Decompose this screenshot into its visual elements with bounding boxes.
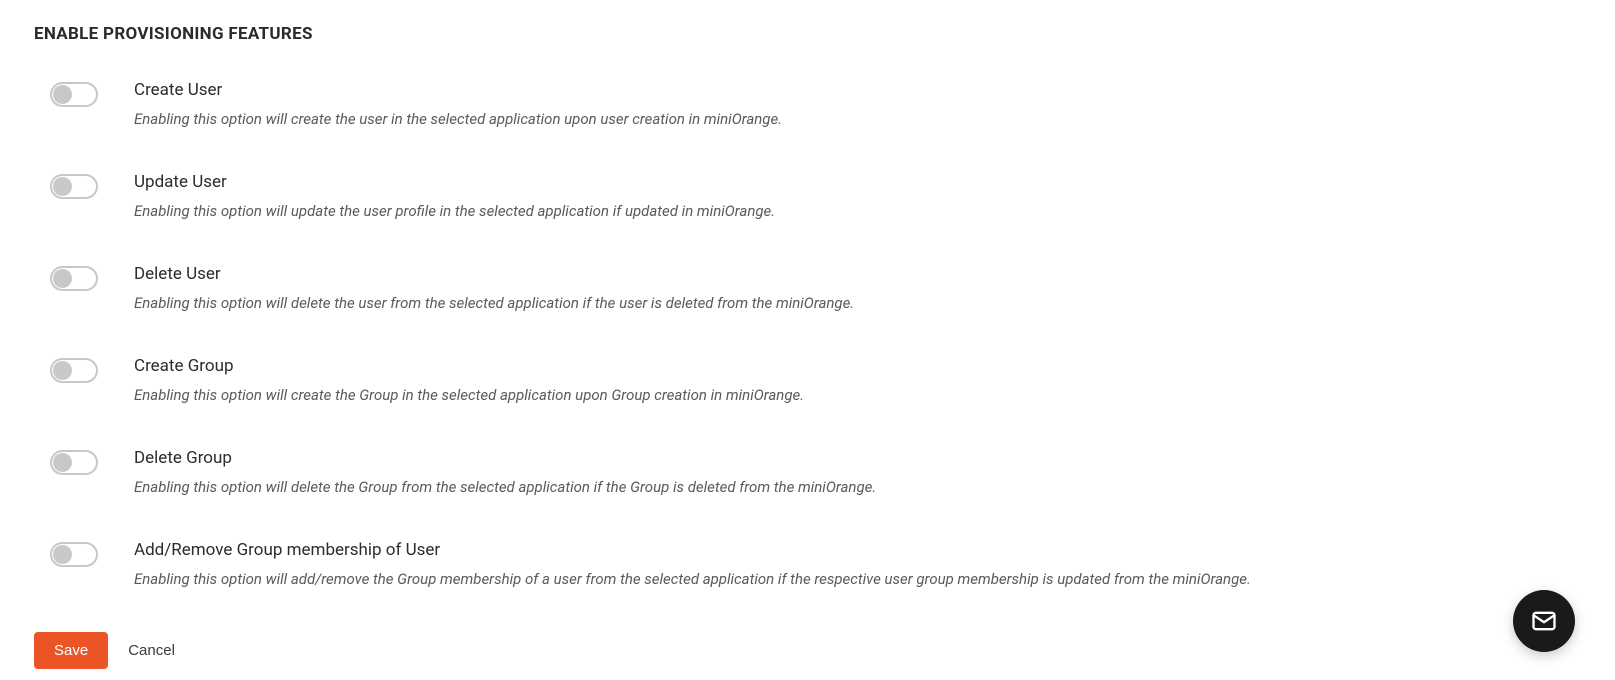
feature-title: Update User: [134, 172, 1581, 192]
toggle-create-group[interactable]: [50, 358, 98, 383]
feature-description: Enabling this option will delete the use…: [134, 294, 1581, 312]
feature-description: Enabling this option will delete the Gro…: [134, 478, 1581, 496]
feature-row-create-group: Create Group Enabling this option will c…: [50, 356, 1581, 404]
toggle-group-membership[interactable]: [50, 542, 98, 567]
feature-text: Delete User Enabling this option will de…: [134, 264, 1581, 312]
feature-description: Enabling this option will add/remove the…: [134, 570, 1581, 588]
feature-title: Delete User: [134, 264, 1581, 284]
toggle-knob: [53, 269, 72, 288]
toggle-knob: [53, 545, 72, 564]
feature-row-update-user: Update User Enabling this option will up…: [50, 172, 1581, 220]
mail-icon: [1530, 607, 1558, 635]
section-title: ENABLE PROVISIONING FEATURES: [34, 24, 1581, 44]
feature-text: Update User Enabling this option will up…: [134, 172, 1581, 220]
feature-description: Enabling this option will create the use…: [134, 110, 1581, 128]
feature-text: Create Group Enabling this option will c…: [134, 356, 1581, 404]
feature-row-delete-user: Delete User Enabling this option will de…: [50, 264, 1581, 312]
feature-text: Add/Remove Group membership of User Enab…: [134, 540, 1581, 588]
feature-description: Enabling this option will update the use…: [134, 202, 1581, 220]
toggle-update-user[interactable]: [50, 174, 98, 199]
cancel-button[interactable]: Cancel: [128, 632, 175, 669]
feature-title: Delete Group: [134, 448, 1581, 468]
toggle-knob: [53, 177, 72, 196]
toggle-delete-group[interactable]: [50, 450, 98, 475]
button-row: Save Cancel: [34, 632, 1581, 669]
feature-row-group-membership: Add/Remove Group membership of User Enab…: [50, 540, 1581, 588]
feature-title: Create User: [134, 80, 1581, 100]
feature-text: Delete Group Enabling this option will d…: [134, 448, 1581, 496]
feature-text: Create User Enabling this option will cr…: [134, 80, 1581, 128]
feature-list: Create User Enabling this option will cr…: [34, 80, 1581, 588]
toggle-delete-user[interactable]: [50, 266, 98, 291]
toggle-create-user[interactable]: [50, 82, 98, 107]
feature-title: Create Group: [134, 356, 1581, 376]
save-button[interactable]: Save: [34, 632, 108, 669]
toggle-knob: [53, 361, 72, 380]
toggle-knob: [53, 453, 72, 472]
feature-row-create-user: Create User Enabling this option will cr…: [50, 80, 1581, 128]
feature-title: Add/Remove Group membership of User: [134, 540, 1581, 560]
chat-fab[interactable]: [1513, 590, 1575, 652]
feature-row-delete-group: Delete Group Enabling this option will d…: [50, 448, 1581, 496]
feature-description: Enabling this option will create the Gro…: [134, 386, 1581, 404]
toggle-knob: [53, 85, 72, 104]
